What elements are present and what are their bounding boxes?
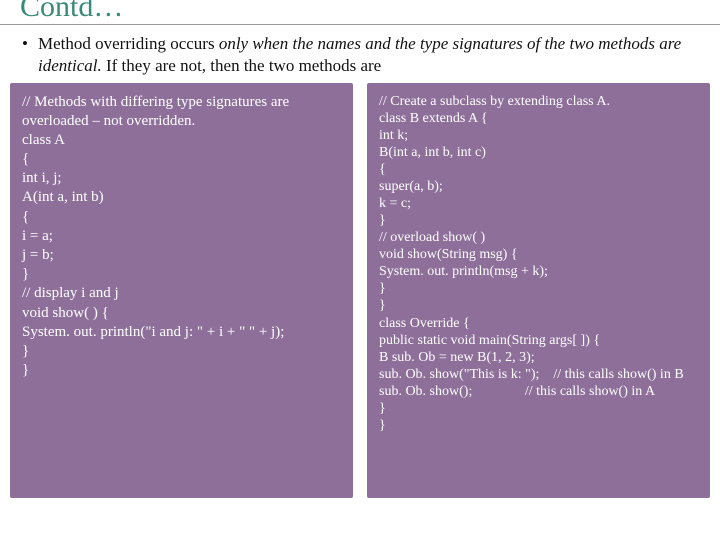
bullet-text-post: If they are not, then the two methods ar…	[102, 56, 381, 75]
code-panel-right: // Create a subclass by extending class …	[367, 83, 710, 498]
title-area: Contd…	[0, 0, 720, 25]
code-panel-left: // Methods with differing type signature…	[10, 83, 353, 498]
slide: Contd… • Method overriding occurs only w…	[0, 0, 720, 532]
bullet-dot: •	[22, 33, 38, 77]
code-panels: // Methods with differing type signature…	[0, 83, 720, 498]
bullet-area: • Method overriding occurs only when the…	[0, 25, 720, 83]
bullet-text: Method overriding occurs only when the n…	[38, 33, 698, 77]
bullet-item: • Method overriding occurs only when the…	[22, 33, 698, 77]
slide-title: Contd…	[20, 0, 700, 22]
bullet-text-pre: Method overriding occurs	[38, 34, 219, 53]
